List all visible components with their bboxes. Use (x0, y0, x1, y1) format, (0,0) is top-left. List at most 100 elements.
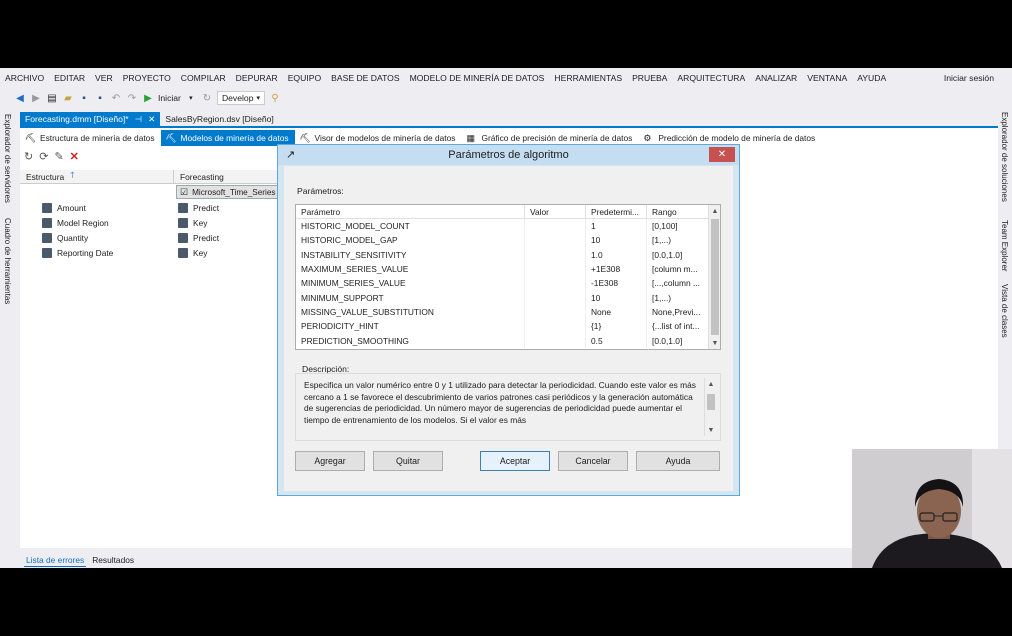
menu-herramientas[interactable]: HERRAMIENTAS (549, 73, 627, 83)
close-icon[interactable]: ✕ (148, 114, 155, 125)
menu-arquitectura[interactable]: ARQUITECTURA (672, 73, 750, 83)
param-range: {...list of int... (647, 319, 709, 334)
checkbox-icon[interactable]: ☑ (180, 187, 188, 198)
new-model-icon[interactable]: ✎ (54, 150, 63, 163)
table-row[interactable]: MINIMUM_SERIES_VALUE -1E308 [...,column ..… (296, 276, 720, 291)
menu-equipo[interactable]: EQUIPO (283, 73, 326, 83)
list-item[interactable]: Amount (42, 200, 113, 215)
menu-prueba[interactable]: PRUEBA (627, 73, 672, 83)
table-row[interactable]: PREDICTION_SMOOTHING 0.5 [0.0,1.0] (296, 333, 720, 348)
solution-explorer-tab[interactable]: Explorador de soluciones (1000, 112, 1009, 202)
col-header-range[interactable]: Rango (647, 205, 709, 218)
param-value[interactable] (525, 276, 586, 291)
tab-label: Modelos de minería de datos (180, 133, 289, 143)
class-view-tab[interactable]: Vista de clases (1000, 284, 1009, 338)
table-row[interactable]: INSTABILITY_SENSITIVITY 1.0 [0.0,1.0] (296, 247, 720, 262)
col-header-default[interactable]: Predetermi... (586, 205, 647, 218)
scroll-thumb[interactable] (707, 394, 715, 410)
table-row[interactable]: MISSING_VALUE_SUBSTITUTION None None,Previ… (296, 304, 720, 320)
list-item[interactable]: Key (178, 215, 219, 230)
forecasting-header[interactable]: Forecasting (174, 170, 224, 183)
redo-icon[interactable]: ↷ (126, 92, 138, 104)
structure-header[interactable]: Estructura 🡑 (20, 170, 174, 183)
param-value[interactable] (525, 304, 586, 320)
menu-ver[interactable]: VER (90, 73, 118, 83)
dialog-close-button[interactable]: ✕ (709, 147, 735, 162)
undo-icon[interactable]: ↶ (110, 92, 122, 104)
menu-editar[interactable]: EDITAR (49, 73, 90, 83)
doc-tab-forecasting[interactable]: Forecasting.dmm [Diseño]* ⊣ ✕ (20, 112, 161, 126)
param-value[interactable] (525, 247, 586, 262)
delete-icon[interactable]: ✕ (70, 150, 79, 163)
table-row[interactable]: MAXIMUM_SERIES_VALUE +1E308 [column m... (296, 261, 720, 277)
cancel-button[interactable]: Cancelar (558, 451, 628, 471)
menu-ventana[interactable]: VENTANA (802, 73, 852, 83)
new-project-icon[interactable]: ▤ (46, 92, 58, 104)
doc-tab-salesbyregion[interactable]: SalesByRegion.dsv [Diseño] (160, 112, 278, 126)
list-item[interactable]: Quantity (42, 230, 113, 245)
scroll-down-icon[interactable]: ▼ (705, 424, 717, 436)
help-button[interactable]: Ayuda (636, 451, 720, 471)
param-value[interactable] (525, 333, 586, 348)
server-explorer-tab[interactable]: Explorador de servidores (3, 114, 12, 203)
open-folder-icon[interactable]: ▰ (62, 92, 74, 104)
param-value[interactable] (525, 219, 586, 234)
scroll-up-icon[interactable]: ▲ (709, 205, 720, 217)
dialog-title-bar[interactable]: ↗ Parámetros de algoritmo ✕ (278, 145, 739, 165)
menu-base-de-datos[interactable]: BASE DE DATOS (326, 73, 404, 83)
pin-icon[interactable]: ⊣ (135, 114, 143, 125)
back-icon[interactable]: ◀ (14, 92, 26, 104)
scroll-down-icon[interactable]: ▼ (709, 337, 720, 349)
scroll-thumb[interactable] (711, 219, 719, 335)
menu-modelo-mineria[interactable]: MODELO DE MINERÍA DE DATOS (405, 73, 550, 83)
save-icon[interactable]: ▪ (78, 92, 90, 104)
param-value[interactable] (525, 319, 586, 334)
process-icon[interactable]: ⟳ (39, 150, 48, 163)
document-tabs: Forecasting.dmm [Diseño]* ⊣ ✕ SalesByReg… (20, 112, 279, 126)
start-icon[interactable]: ▶ (142, 92, 154, 104)
menu-proyecto[interactable]: PROYECTO (118, 73, 176, 83)
forward-icon[interactable]: ▶ (30, 92, 42, 104)
tab-results[interactable]: Resultados (90, 554, 136, 567)
find-icon[interactable]: ⚲ (269, 92, 281, 104)
signin-link[interactable]: Iniciar sesión (944, 73, 994, 83)
model-name-cell[interactable]: ☑ Microsoft_Time_Series (176, 185, 280, 199)
param-value[interactable] (525, 233, 586, 248)
table-row[interactable]: HISTORIC_MODEL_GAP 10 [1,...) (296, 233, 720, 248)
menu-ayuda[interactable]: AYUDA (852, 73, 891, 83)
team-explorer-tab[interactable]: Team Explorer (1000, 220, 1009, 272)
tab-mining-structure[interactable]: ⛏ Estructura de minería de datos (20, 130, 161, 146)
table-row[interactable]: MINIMUM_SUPPORT 10 [1,...) (296, 290, 720, 305)
description-scrollbar[interactable]: ▲ ▼ (704, 378, 716, 436)
remove-button[interactable]: Quitar (373, 451, 443, 471)
menu-archivo[interactable]: ARCHIVO (0, 73, 49, 83)
tab-label: Gráfico de precisión de minería de datos (481, 133, 633, 143)
menu-compilar[interactable]: COMPILAR (176, 73, 231, 83)
table-row[interactable]: PERIODICITY_HINT {1} {...list of int... (296, 319, 720, 334)
menu-analizar[interactable]: ANALIZAR (750, 73, 802, 83)
list-item[interactable]: Model Region (42, 215, 113, 230)
toolbox-tab[interactable]: Cuadro de herramientas (3, 218, 12, 304)
param-value[interactable] (525, 290, 586, 305)
refresh-icon[interactable]: ↻ (24, 150, 33, 163)
list-item[interactable]: Reporting Date (42, 245, 113, 260)
scroll-up-icon[interactable]: ▲ (705, 378, 717, 390)
save-all-icon[interactable]: ▪ (94, 92, 106, 104)
col-header-parameter[interactable]: Parámetro (296, 205, 525, 218)
tab-mining-models[interactable]: ⛏ Modelos de minería de datos (160, 130, 295, 146)
tab-error-list[interactable]: Lista de errores (24, 554, 87, 567)
table-row[interactable]: HISTORIC_MODEL_COUNT 1 [0,100] (296, 219, 720, 234)
list-item[interactable]: Predict (178, 200, 219, 215)
param-value[interactable] (525, 261, 586, 277)
col-header-value[interactable]: Valor (525, 205, 586, 218)
chevron-down-icon[interactable]: ▾ (185, 92, 197, 104)
list-item[interactable]: Predict (178, 230, 219, 245)
configuration-dropdown[interactable]: Develop ▾ (216, 91, 265, 105)
add-button[interactable]: Agregar (295, 451, 365, 471)
ok-button[interactable]: Aceptar (480, 451, 550, 471)
start-button[interactable]: Iniciar (158, 93, 181, 103)
parameters-scrollbar[interactable]: ▲ ▼ (708, 205, 720, 349)
menu-depurar[interactable]: DEPURAR (231, 73, 283, 83)
list-item[interactable]: Key (178, 245, 219, 260)
refresh-icon[interactable]: ↻ (201, 92, 213, 104)
